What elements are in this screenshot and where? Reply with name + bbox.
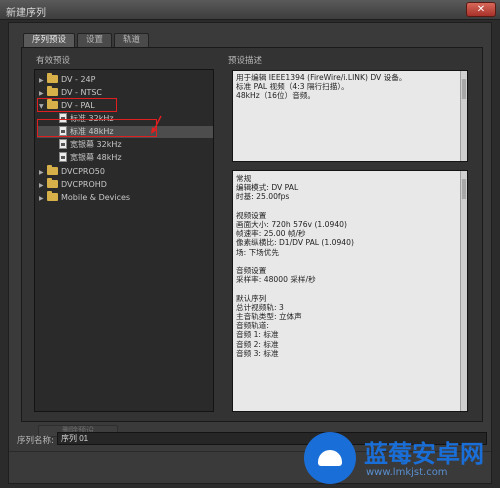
details-scrollbar[interactable]	[460, 171, 467, 411]
collapsed-arrow-icon[interactable]: ▶	[39, 193, 47, 205]
folder-icon	[47, 178, 58, 188]
collapsed-arrow-icon[interactable]: ▶	[39, 180, 47, 192]
tree-folder-mobile-devices[interactable]: ▶ Mobile & Devices	[39, 191, 131, 205]
folder-icon	[47, 165, 58, 175]
watermark-url: www.lmkjst.com	[366, 467, 448, 478]
tree-folder-dvcprohd[interactable]: ▶ DVCPROHD	[39, 178, 107, 192]
details-line: 像素纵横比: D1/DV PAL (1.0940)	[236, 238, 354, 248]
tab-tracks[interactable]: 轨道	[114, 33, 150, 47]
collapsed-arrow-icon[interactable]: ▶	[39, 75, 47, 87]
title-bar: 新建序列 ✕	[0, 0, 500, 20]
collapsed-arrow-icon[interactable]: ▶	[39, 167, 47, 179]
summary-line: 用于编辑 IEEE1394 (FireWire/i.LINK) DV 设备。	[236, 73, 407, 82]
close-button[interactable]: ✕	[466, 2, 496, 17]
tree-item-label: 宽银幕 32kHz	[70, 140, 122, 149]
new-sequence-dialog: 序列预设 设置 轨道 有效预设 预设描述 ▶ DV - 24P ▶ DV - NTS…	[8, 22, 492, 484]
folder-icon	[47, 86, 58, 96]
available-presets-label: 有效预设	[36, 56, 71, 66]
tree-folder-dvcpro50[interactable]: ▶ DVCPRO50	[39, 165, 105, 179]
tree-folder-dv-24p[interactable]: ▶ DV - 24P	[39, 73, 96, 87]
details-line	[236, 257, 464, 266]
details-line	[236, 284, 464, 293]
sequence-name-label: 序列名称:	[17, 436, 54, 446]
scroll-thumb[interactable]	[462, 79, 466, 99]
summary-line: 48kHz（16位）音频。	[236, 91, 315, 101]
preset-details-box: 常规 编辑模式: DV PAL 时基: 25.00fps 视频设置 画面大小: …	[232, 170, 468, 412]
scroll-thumb[interactable]	[462, 179, 466, 199]
details-line: 音频 3: 标准	[236, 348, 279, 358]
details-line: 音频 1: 标准	[236, 330, 279, 340]
details-line	[236, 202, 464, 211]
tree-item-label: 宽银幕 48kHz	[70, 153, 122, 162]
tree-item-label: DVCPROHD	[61, 180, 107, 189]
presets-panel: 有效预设 预设描述 ▶ DV - 24P ▶ DV - NTSC ▼ DV - PAL…	[21, 47, 483, 437]
preset-tree[interactable]: ▶ DV - 24P ▶ DV - NTSC ▼ DV - PAL 标准 32kHz …	[34, 69, 214, 412]
details-line: 总计视频轨: 3	[236, 302, 284, 312]
preset-file-icon	[59, 152, 67, 162]
folder-icon	[47, 191, 58, 201]
tree-item-label: DV - NTSC	[61, 88, 102, 97]
details-line: 主音轨类型: 立体声	[236, 312, 302, 322]
tree-item-label: DV - 24P	[61, 75, 96, 84]
annotation-arrow-icon	[151, 115, 162, 134]
watermark-logo: 蓝莓安卓网 www.lmkjst.com	[300, 430, 500, 488]
tree-preset-widescreen-48khz[interactable]: 宽银幕 48kHz	[59, 152, 122, 164]
details-line: 视频设置	[236, 210, 267, 220]
details-line: 音频 2: 标准	[236, 339, 279, 349]
details-line: 常规	[236, 174, 252, 183]
details-line: 默认序列	[236, 293, 267, 303]
tab-sequence-presets[interactable]: 序列预设	[23, 33, 76, 47]
preset-description-label: 预设描述	[228, 56, 263, 66]
details-line: 时基: 25.00fps	[236, 192, 290, 202]
tree-item-label: DVCPRO50	[61, 167, 105, 176]
summary-scrollbar[interactable]	[460, 71, 467, 161]
highlight-box-dv-pal	[37, 98, 117, 112]
details-line: 场: 下场优先	[236, 247, 279, 257]
tree-item-label: Mobile & Devices	[61, 193, 131, 202]
details-line: 音频设置	[236, 266, 267, 276]
watermark-brand: 蓝莓安卓网	[364, 440, 484, 468]
folder-icon	[47, 73, 58, 83]
details-line: 采样率: 48000 采样/秒	[236, 275, 316, 285]
preset-summary-box: 用于编辑 IEEE1394 (FireWire/i.LINK) DV 设备。 标…	[232, 70, 468, 162]
highlight-box-standard-48khz	[37, 119, 157, 137]
tab-settings[interactable]: 设置	[77, 33, 113, 47]
tab-bar: 序列预设 设置 轨道	[23, 33, 151, 47]
preset-file-icon	[59, 139, 67, 149]
details-line: 画面大小: 720h 576v (1.0940)	[236, 220, 347, 230]
tree-preset-widescreen-32khz[interactable]: 宽银幕 32kHz	[59, 139, 122, 151]
window-title: 新建序列	[6, 8, 46, 19]
